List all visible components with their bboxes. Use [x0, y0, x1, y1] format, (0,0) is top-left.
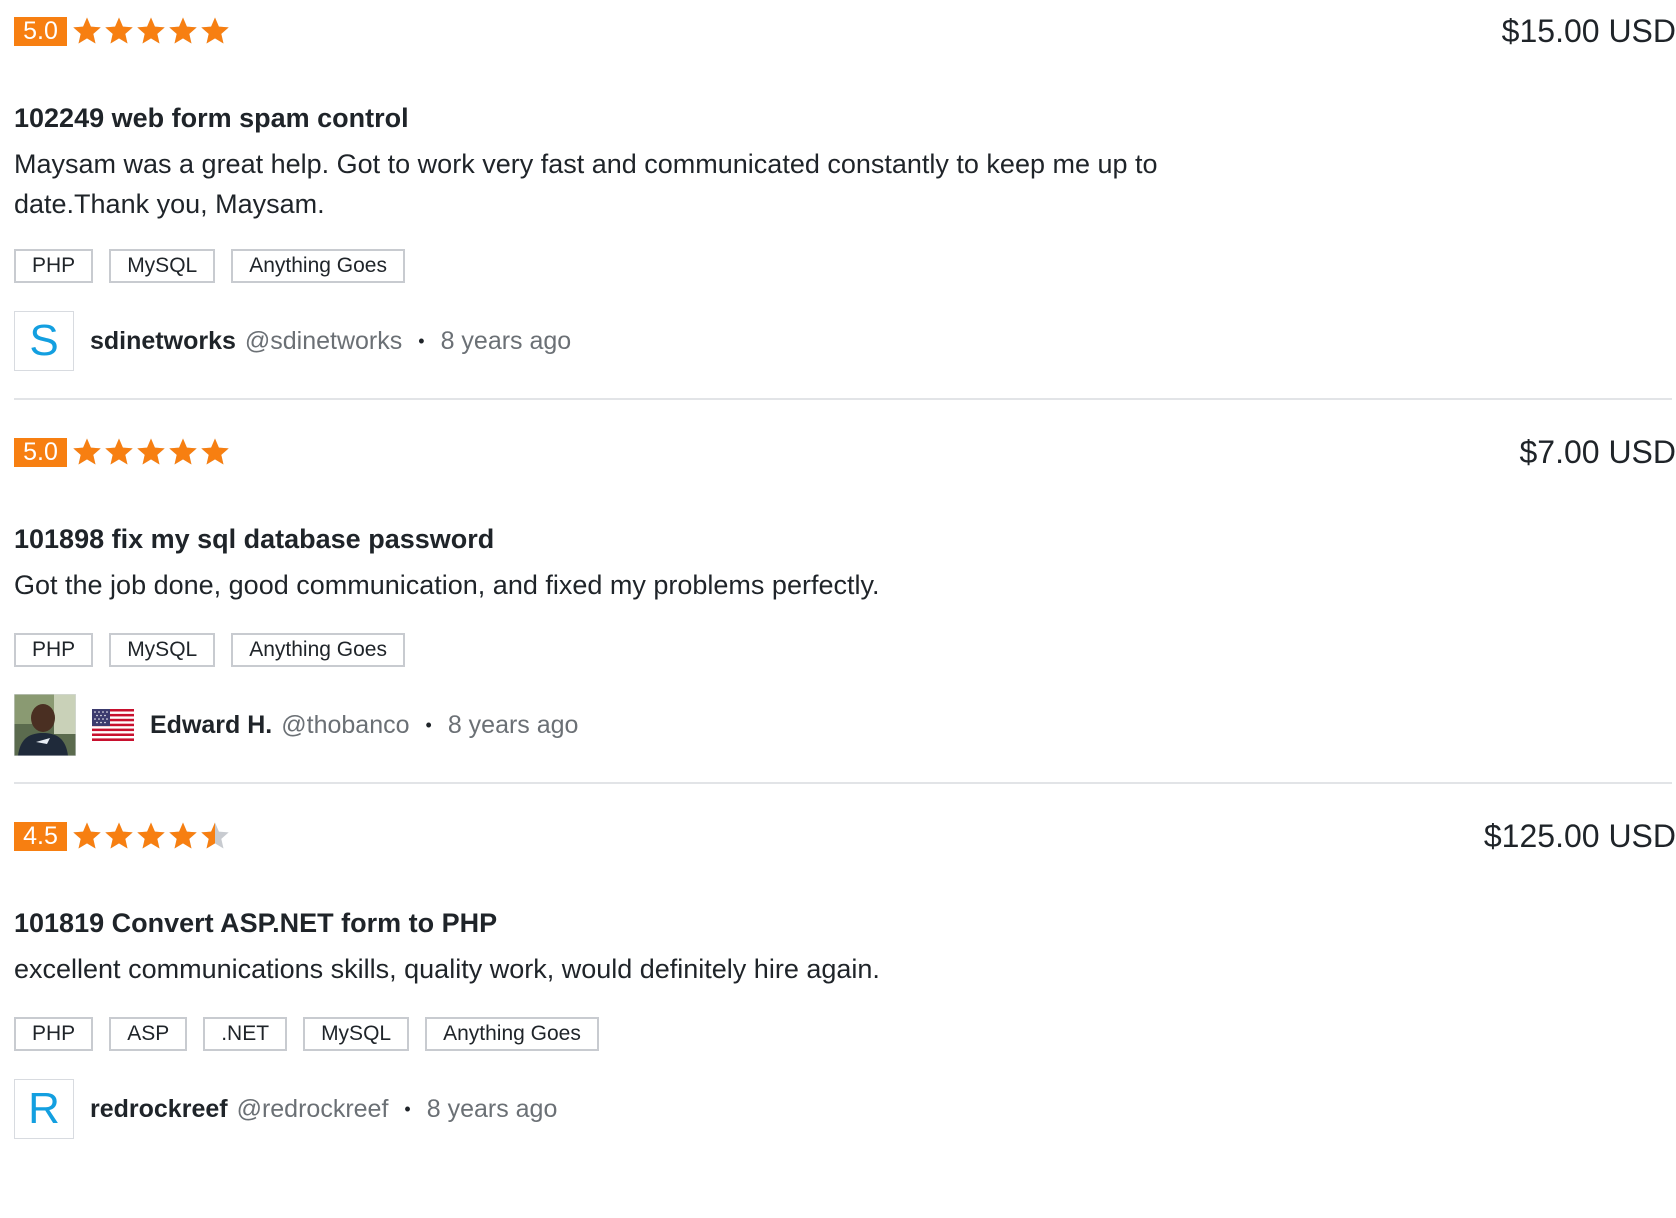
reviewer-name[interactable]: redrockreef: [90, 1095, 228, 1124]
skill-tag[interactable]: PHP: [14, 633, 94, 667]
skill-tags: PHP ASP .NET MySQL Anything Goes: [14, 1017, 599, 1051]
user-photo[interactable]: [14, 694, 76, 756]
review-comment: Got the job done, good communication, an…: [14, 570, 880, 600]
star-full-icon: [137, 17, 165, 44]
reviewer-handle[interactable]: @thobanco: [281, 711, 409, 740]
star-full-icon: [169, 822, 197, 849]
review-header: 4.5 $125.00 USD: [14, 819, 1676, 853]
rating-badge: 5.0: [14, 438, 67, 467]
star-full-icon: [73, 17, 101, 44]
skill-tags: PHP MySQL Anything Goes: [14, 633, 405, 667]
skill-tag[interactable]: Anything Goes: [425, 1017, 599, 1051]
us-flag-icon: [92, 709, 134, 741]
review-comment: excellent communications skills, quality…: [14, 954, 880, 984]
star-rating: [71, 435, 231, 469]
star-half-icon: [201, 822, 229, 849]
skill-tag[interactable]: MySQL: [109, 633, 216, 667]
project-title[interactable]: 101898 fix my sql database password: [14, 522, 494, 556]
reviewer-info: Edward H. @thobanco • 8 years ago: [14, 694, 578, 756]
reviewer-handle[interactable]: @redrockreef: [237, 1095, 389, 1124]
skill-tag[interactable]: MySQL: [303, 1017, 410, 1051]
star-full-icon: [201, 438, 229, 465]
avatar[interactable]: S: [14, 311, 74, 371]
divider: [14, 782, 1672, 784]
review-header: 5.0 $7.00 USD: [14, 435, 1676, 469]
rating-badge: 5.0: [14, 17, 67, 46]
star-full-icon: [73, 438, 101, 465]
review-time: 8 years ago: [426, 1094, 558, 1123]
separator-dot: •: [404, 1098, 411, 1119]
review-time: 8 years ago: [440, 326, 572, 355]
star-full-icon: [201, 17, 229, 44]
separator-dot: •: [418, 330, 425, 351]
project-title[interactable]: 102249 web form spam control: [14, 101, 409, 135]
reviewer-name[interactable]: Edward H.: [150, 711, 272, 740]
skill-tag[interactable]: Anything Goes: [231, 633, 405, 667]
skill-tag[interactable]: ASP: [109, 1017, 188, 1051]
review-time: 8 years ago: [447, 710, 579, 739]
star-full-icon: [137, 822, 165, 849]
skill-tag[interactable]: MySQL: [109, 249, 216, 283]
skill-tag[interactable]: PHP: [14, 249, 94, 283]
star-full-icon: [169, 17, 197, 44]
star-rating: [71, 14, 231, 48]
skill-tags: PHP MySQL Anything Goes: [14, 249, 405, 283]
rating-badge: 4.5: [14, 822, 67, 851]
divider: [14, 398, 1672, 400]
reviewer-name[interactable]: sdinetworks: [90, 327, 236, 356]
star-full-icon: [137, 438, 165, 465]
review-price: $15.00 USD: [1501, 13, 1676, 49]
star-full-icon: [105, 17, 133, 44]
skill-tag[interactable]: PHP: [14, 1017, 94, 1051]
skill-tag[interactable]: .NET: [203, 1017, 288, 1051]
review-price: $125.00 USD: [1483, 818, 1676, 854]
reviewer-handle[interactable]: @sdinetworks: [245, 327, 402, 356]
review-price: $7.00 USD: [1519, 434, 1676, 470]
review-comment: Maysam was a great help. Got to work ver…: [14, 149, 1158, 219]
skill-tag[interactable]: Anything Goes: [231, 249, 405, 283]
star-full-icon: [105, 822, 133, 849]
separator-dot: •: [425, 714, 432, 735]
review-header: 5.0 $15.00 USD: [14, 14, 1676, 48]
avatar[interactable]: R: [14, 1079, 74, 1139]
star-rating: [71, 819, 231, 853]
star-full-icon: [105, 438, 133, 465]
reviewer-info: S sdinetworks @sdinetworks • 8 years ago: [14, 310, 571, 372]
project-title[interactable]: 101819 Convert ASP.NET form to PHP: [14, 906, 497, 940]
reviews-page: 5.0 $15.00 USD 102249 web form spam cont…: [0, 0, 1676, 1218]
reviewer-info: R redrockreef @redrockreef • 8 years ago: [14, 1078, 557, 1140]
star-full-icon: [169, 438, 197, 465]
star-full-icon: [73, 822, 101, 849]
